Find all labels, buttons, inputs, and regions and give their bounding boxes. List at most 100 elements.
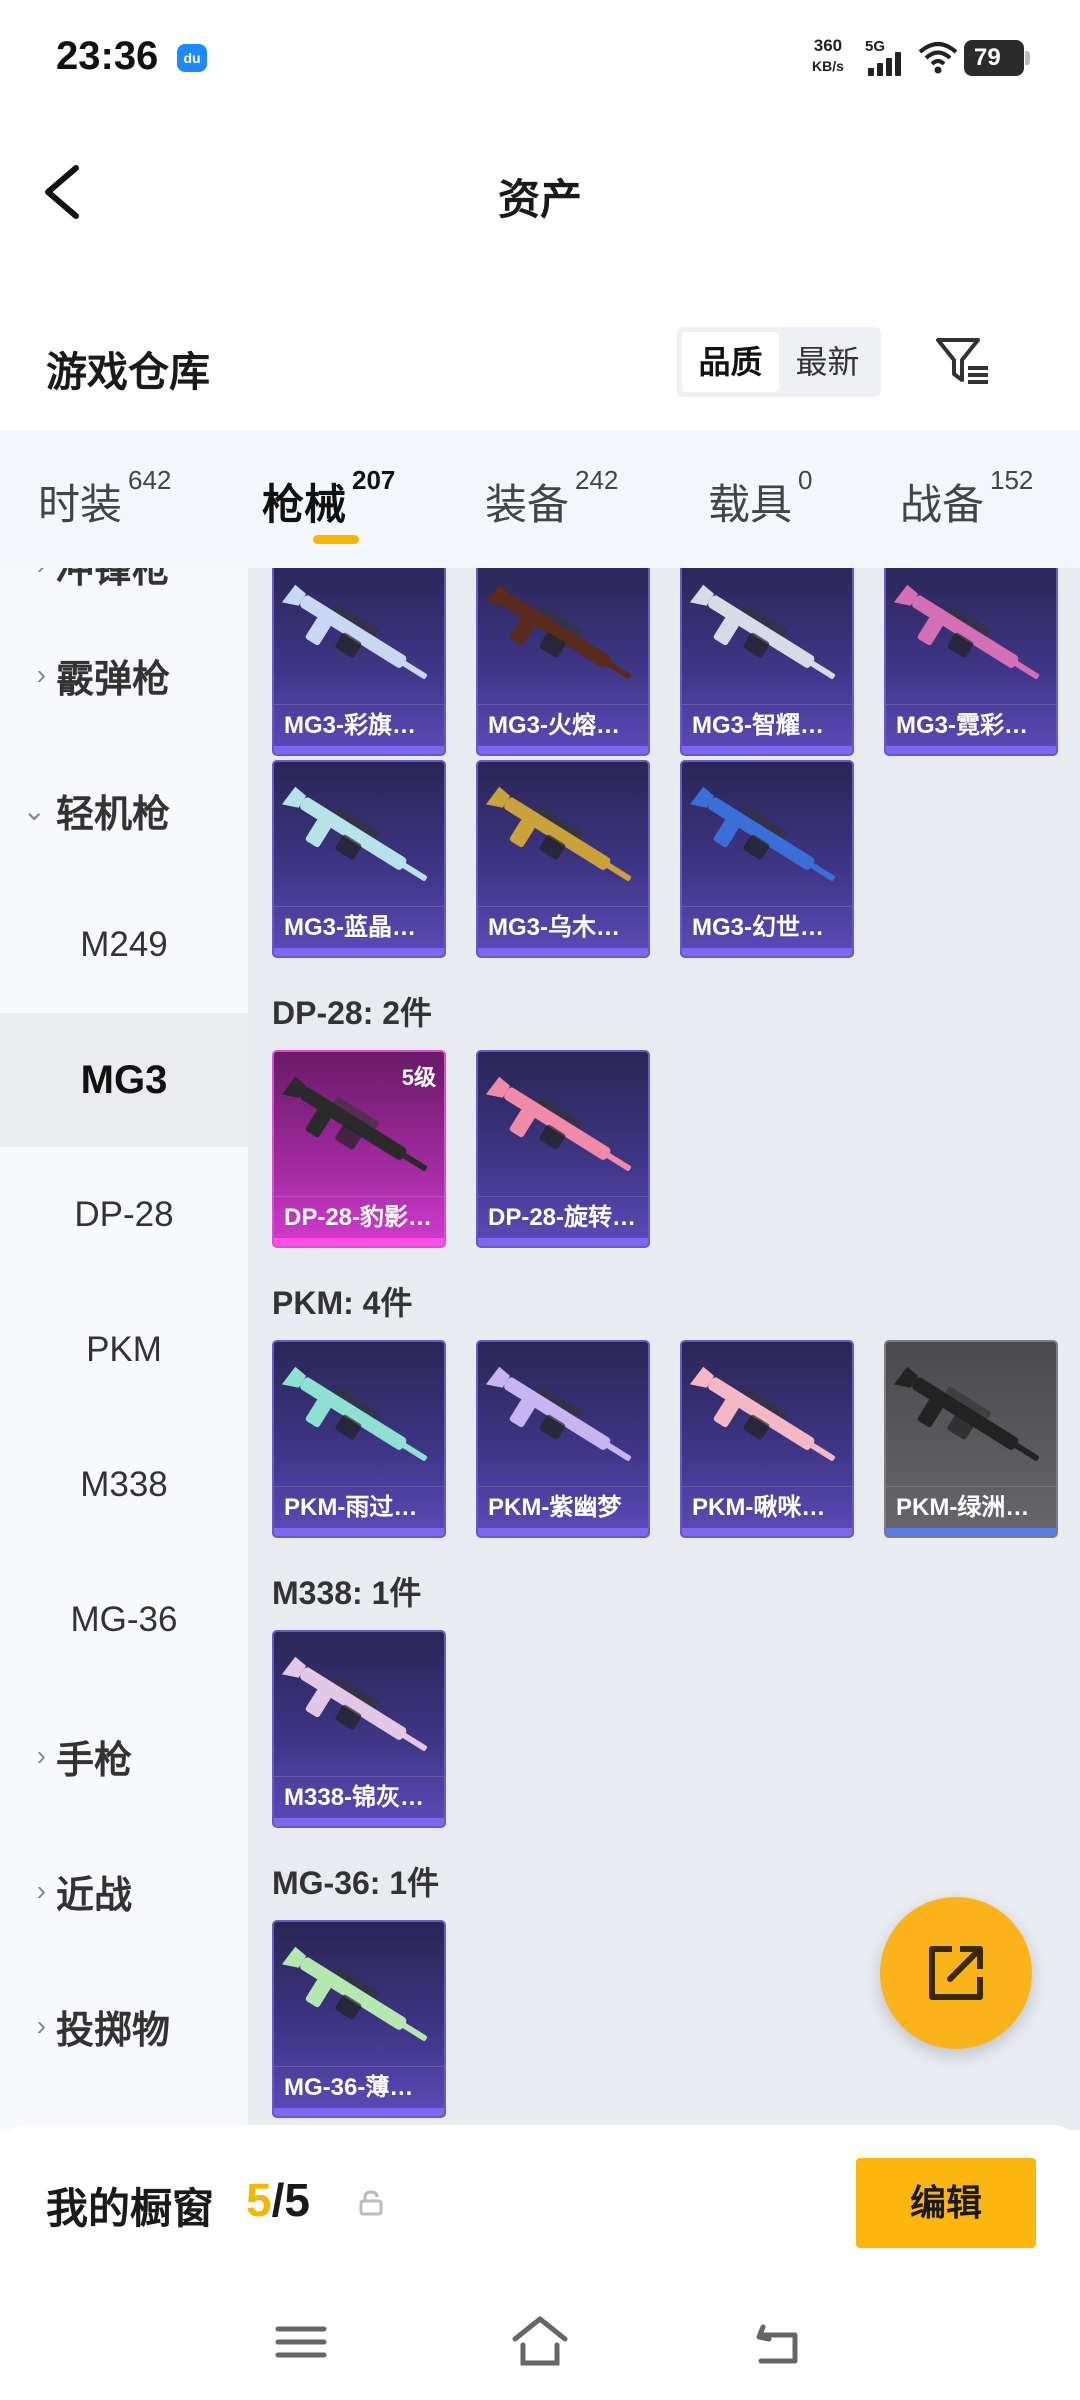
weapon-card[interactable]: MG-36-薄… bbox=[272, 1920, 446, 2118]
gun-image-icon bbox=[282, 1366, 428, 1461]
gun-image-icon bbox=[282, 584, 428, 679]
sidebar-item-mg3[interactable]: MG3 bbox=[0, 1013, 248, 1147]
chevron-right-icon: › bbox=[0, 568, 56, 581]
chevron-right-icon: › bbox=[36, 1740, 46, 1771]
sidebar-item-m249[interactable]: M249 bbox=[0, 878, 248, 1012]
tab-fashion[interactable]: 时装642 bbox=[38, 465, 171, 532]
showcase-bar: 我的橱窗 5/5 编辑 bbox=[0, 2125, 1080, 2285]
edit-button[interactable]: 编辑 bbox=[856, 2158, 1036, 2248]
page-title: 资产 bbox=[497, 176, 582, 223]
weapon-card[interactable]: MG3-蓝晶… bbox=[272, 760, 446, 958]
weapon-sidebar: ›冲锋枪 ›霰弹枪 ⌄轻机枪 M249 MG3 DP-28 PKM M338 M… bbox=[0, 568, 248, 2130]
group-title-mg36: MG-36: 1件 bbox=[272, 1865, 440, 1901]
sidebar-item-pistol[interactable]: › 手枪 bbox=[0, 1689, 248, 1823]
level-badge: 5级 bbox=[401, 1065, 436, 1090]
gun-image-icon bbox=[282, 1656, 428, 1751]
signal-icon bbox=[866, 52, 906, 76]
gun-image-icon bbox=[690, 1366, 836, 1461]
gun-image-icon bbox=[486, 1076, 632, 1171]
weapon-card[interactable]: MG3-幻世… bbox=[680, 760, 854, 958]
weapon-card[interactable]: PKM-紫幽梦 bbox=[476, 1340, 650, 1538]
gun-image-icon bbox=[282, 1946, 428, 2041]
status-time: 23:36 bbox=[56, 34, 159, 78]
gun-image-icon bbox=[282, 786, 428, 881]
battery-icon: 79 bbox=[964, 40, 1030, 76]
menu-icon[interactable] bbox=[266, 2307, 336, 2377]
weapon-name: MG3-彩旗… bbox=[274, 704, 444, 746]
filter-icon[interactable] bbox=[932, 330, 992, 390]
net-speed: 360 KB/s bbox=[812, 36, 844, 74]
app-notification-icon: du bbox=[177, 44, 207, 72]
weapon-card[interactable]: PKM-绿洲… bbox=[884, 1340, 1058, 1538]
weapon-card[interactable]: MG3-霓彩… bbox=[884, 568, 1058, 756]
sort-quality-button[interactable]: 品质 bbox=[682, 332, 779, 392]
gun-image-icon bbox=[486, 584, 632, 679]
weapon-card[interactable]: DP-28-旋转… bbox=[476, 1050, 650, 1248]
tab-supplies[interactable]: 战备152 bbox=[900, 465, 1033, 532]
weapon-name: MG3-智耀… bbox=[682, 704, 852, 746]
chevron-right-icon: › bbox=[36, 2010, 46, 2041]
home-icon[interactable] bbox=[505, 2307, 575, 2377]
weapon-card[interactable]: MG3-智耀… bbox=[680, 568, 854, 756]
showcase-title: 我的橱窗 bbox=[46, 2185, 215, 2232]
status-bar: 23:36 du 360 KB/s 5G 79 bbox=[0, 0, 1080, 115]
system-nav-bar bbox=[0, 2285, 1080, 2400]
sidebar-item-throwable[interactable]: › 投掷物 bbox=[0, 1959, 248, 2093]
sort-latest-button[interactable]: 最新 bbox=[779, 332, 876, 392]
gun-image-icon bbox=[894, 584, 1040, 679]
warehouse-title: 游戏仓库 bbox=[46, 349, 210, 395]
weapon-card[interactable]: MG3-彩旗… bbox=[272, 568, 446, 756]
chevron-right-icon: › bbox=[36, 659, 46, 690]
weapon-name: PKM-雨过… bbox=[274, 1486, 444, 1528]
group-title-dp28: DP-28: 2件 bbox=[272, 995, 433, 1031]
category-tabs: 时装642 枪械207 装备242 载具0 战备152 bbox=[0, 431, 1080, 568]
sidebar-item-mg36[interactable]: MG-36 bbox=[0, 1553, 248, 1687]
tab-vehicles[interactable]: 载具0 bbox=[708, 465, 812, 532]
weapon-name: MG3-霓彩… bbox=[886, 704, 1056, 746]
sidebar-item-lmg[interactable]: ⌄ 轻机枪 bbox=[0, 743, 248, 877]
gun-image-icon bbox=[690, 786, 836, 881]
app-header: 资产 bbox=[0, 140, 1080, 240]
sidebar-item-pkm[interactable]: PKM bbox=[0, 1283, 248, 1417]
sidebar-item-dp28[interactable]: DP-28 bbox=[0, 1148, 248, 1282]
weapon-name: DP-28-旋转… bbox=[478, 1196, 648, 1238]
weapon-card[interactable]: 5级 DP-28-豹影… bbox=[272, 1050, 446, 1248]
chevron-right-icon: › bbox=[36, 1875, 46, 1906]
weapon-name: MG3-幻世… bbox=[682, 906, 852, 948]
gun-image-icon bbox=[690, 584, 836, 679]
tab-equipment[interactable]: 装备242 bbox=[485, 465, 618, 532]
weapon-name: MG3-火熔… bbox=[478, 704, 648, 746]
back-nav-icon[interactable] bbox=[745, 2307, 815, 2377]
weapon-name: PKM-绿洲… bbox=[886, 1486, 1056, 1528]
weapon-name: PKM-啾咪… bbox=[682, 1486, 852, 1528]
share-button[interactable] bbox=[880, 1897, 1032, 2049]
weapon-name: PKM-紫幽梦 bbox=[478, 1486, 648, 1528]
weapon-name: MG3-蓝晶… bbox=[274, 906, 444, 948]
weapon-card[interactable]: MG3-火熔… bbox=[476, 568, 650, 756]
weapon-card[interactable]: MG3-乌木… bbox=[476, 760, 650, 958]
weapon-name: MG3-乌木… bbox=[478, 906, 648, 948]
weapon-card[interactable]: PKM-雨过… bbox=[272, 1340, 446, 1538]
weapon-card[interactable]: PKM-啾咪… bbox=[680, 1340, 854, 1538]
gun-image-icon bbox=[486, 786, 632, 881]
weapon-name: M338-锦灰… bbox=[274, 1776, 444, 1818]
share-icon bbox=[929, 1946, 983, 2000]
tab-guns[interactable]: 枪械207 bbox=[262, 465, 395, 532]
gun-image-icon bbox=[486, 1366, 632, 1461]
sort-toggle: 品质 最新 bbox=[677, 327, 881, 397]
weapon-name: DP-28-豹影… bbox=[274, 1196, 444, 1238]
sidebar-item-melee[interactable]: › 近战 bbox=[0, 1824, 248, 1958]
wifi-icon bbox=[918, 42, 958, 74]
sidebar-item-shotgun[interactable]: › 霰弹枪 bbox=[0, 608, 248, 742]
lock-icon[interactable] bbox=[358, 2189, 384, 2217]
showcase-count: 5/5 bbox=[246, 2174, 310, 2226]
weapon-card[interactable]: M338-锦灰… bbox=[272, 1630, 446, 1828]
group-title-pkm: PKM: 4件 bbox=[272, 1285, 413, 1321]
weapon-grid: MG3-彩旗… MG3-火熔… MG3-智耀… MG3-霓彩… MG3-蓝晶… … bbox=[248, 568, 1080, 2130]
gun-image-icon bbox=[894, 1366, 1040, 1461]
chevron-down-icon: ⌄ bbox=[22, 794, 46, 826]
sidebar-item-m338[interactable]: M338 bbox=[0, 1418, 248, 1552]
group-title-m338: M338: 1件 bbox=[272, 1575, 422, 1611]
weapon-name: MG-36-薄… bbox=[274, 2066, 444, 2108]
active-tab-indicator bbox=[313, 535, 359, 544]
